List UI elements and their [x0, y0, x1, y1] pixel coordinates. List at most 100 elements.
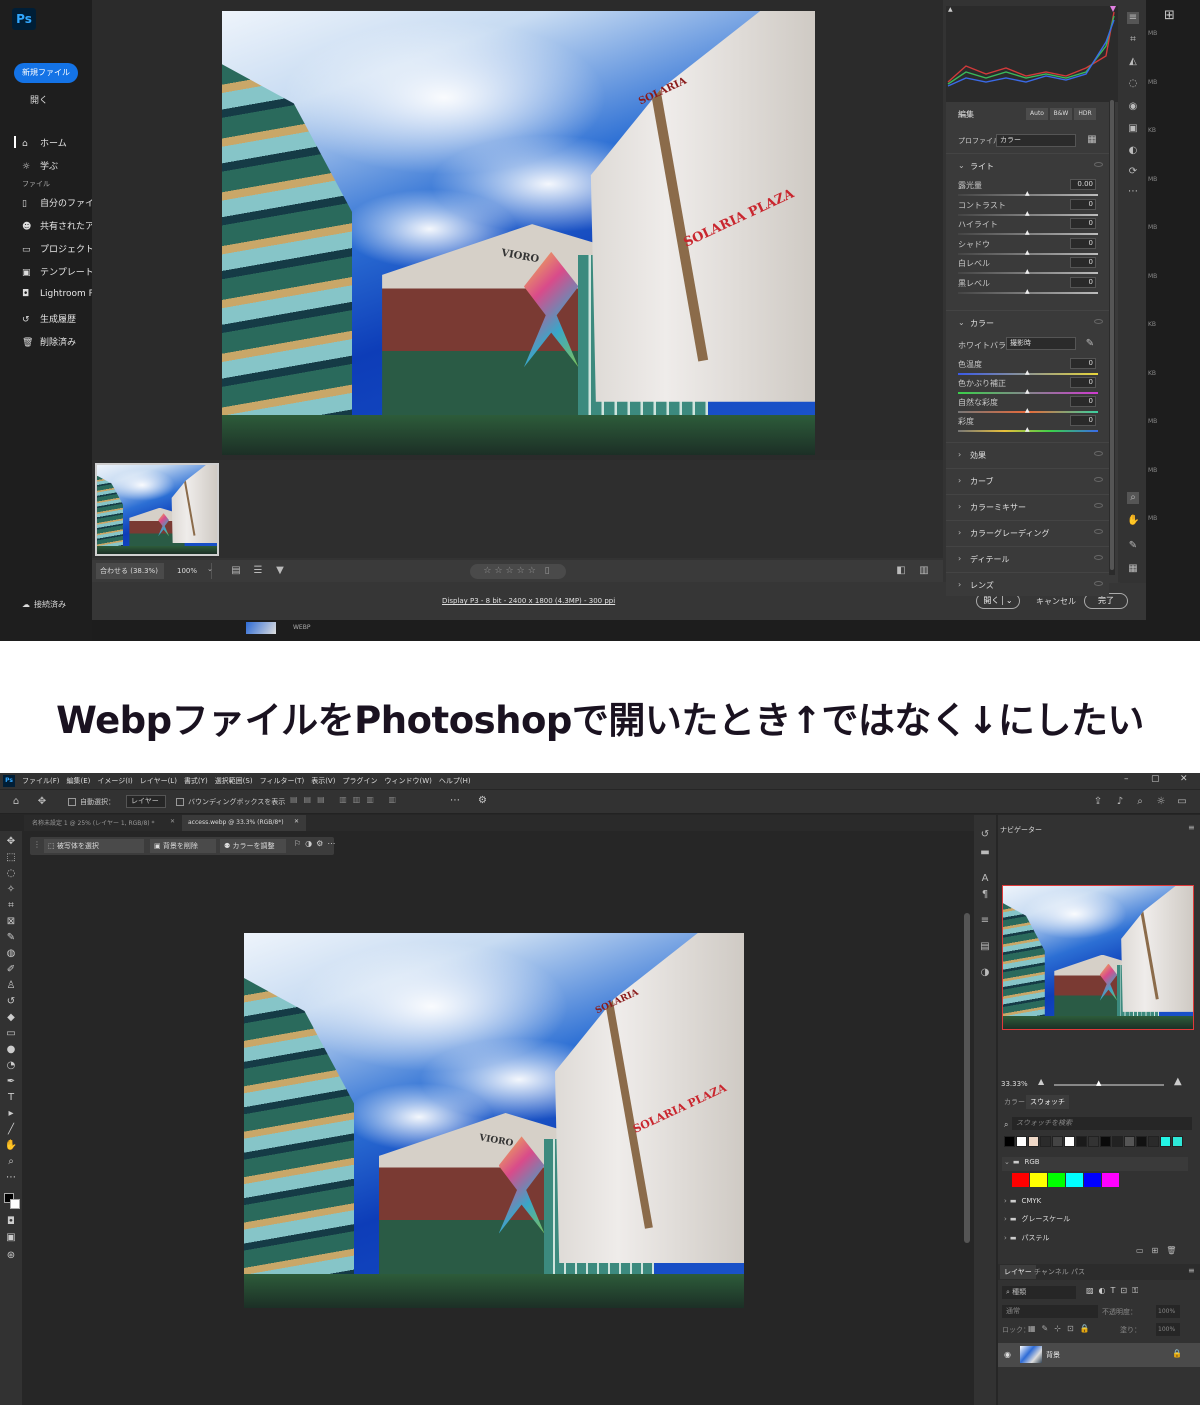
swatch-group[interactable]: › ▬ CMYK	[1002, 1196, 1188, 1210]
pen-tool[interactable]: ✒	[4, 1075, 18, 1089]
zoom-icon[interactable]: ⌕	[1127, 492, 1139, 504]
tab-access-close-icon[interactable]: ✕	[294, 818, 299, 825]
swatch[interactable]	[1172, 1136, 1183, 1147]
adjust-color-button[interactable]: ⚉ カラーを調整	[220, 839, 286, 853]
swatch[interactable]	[1076, 1136, 1087, 1147]
layer-visibility-eye-icon[interactable]: ◉	[1004, 1350, 1011, 1359]
swatch-footer-icons[interactable]: ▭⊞🗑	[1136, 1246, 1184, 1255]
light-row-value[interactable]: 0	[1070, 237, 1096, 249]
history-brush-tool[interactable]: ↺	[4, 995, 18, 1009]
nav-learn[interactable]: ☼ 学ぶ	[22, 159, 58, 172]
gift-icon[interactable]: ⊞	[1164, 8, 1180, 24]
swatch[interactable]	[1124, 1136, 1135, 1147]
bell-icon[interactable]: ♪	[1114, 796, 1126, 808]
character-icon[interactable]: A	[979, 873, 991, 885]
layer-dropdown[interactable]: レイヤー	[126, 795, 166, 808]
section-light[interactable]: ⌄ ライト	[946, 153, 1109, 177]
canvas-vscroll[interactable]	[963, 833, 971, 1405]
menu-item[interactable]: レイヤー(L)	[140, 776, 177, 786]
redeye-icon[interactable]: ◉	[1127, 101, 1139, 113]
navigator-preview[interactable]	[1002, 885, 1194, 1030]
nav-zoom-slider[interactable]	[1054, 1084, 1164, 1086]
paragraph-icon[interactable]: ¶	[979, 889, 991, 901]
nav-my-files[interactable]: ▯ 自分のファイル	[22, 196, 103, 209]
auto-button[interactable]: Auto	[1026, 108, 1048, 120]
nav-shared[interactable]: ☻ 共有されたアイ	[22, 219, 103, 232]
new-file-button[interactable]: 新規ファイル	[14, 63, 78, 83]
light-row-value[interactable]: 0	[1070, 198, 1096, 210]
swatch[interactable]	[1084, 1173, 1101, 1187]
open-dropdown-icon[interactable]: ⌄	[1001, 596, 1013, 605]
nav-gen-history[interactable]: ↺ 生成履歴	[22, 312, 76, 325]
heal-icon[interactable]: ◭	[1127, 56, 1139, 68]
tab-untitled[interactable]: 名称未設定 1 @ 25% (レイヤー 1, RGB/8) *	[28, 817, 178, 831]
slider-handle[interactable]: ▲	[1025, 190, 1030, 197]
swatch[interactable]	[1136, 1136, 1147, 1147]
swatch-group[interactable]: ⌄ ▬ RGB	[1002, 1157, 1188, 1171]
rating-stars[interactable]: ☆☆☆☆☆ ▯	[470, 564, 566, 579]
light-row-value[interactable]: 0.00	[1070, 179, 1096, 190]
tab-access-webp[interactable]: access.webp @ 33.3% (RGB/8*)	[182, 815, 306, 831]
swatch[interactable]	[1112, 1136, 1123, 1147]
nav-lightroom[interactable]: ◘Lightroom Ph	[22, 289, 92, 299]
rgb-swatches[interactable]	[1012, 1173, 1120, 1187]
slider-handle[interactable]: ▲	[1025, 249, 1030, 256]
line-tool[interactable]: ╱	[4, 1123, 18, 1137]
blend-mode-select[interactable]: 通常	[1002, 1305, 1098, 1318]
more-options-icon[interactable]: ⋯	[450, 795, 460, 806]
gradient-tool[interactable]: ▭	[4, 1027, 18, 1041]
healing-tool[interactable]: ◍	[4, 947, 18, 961]
collapsed-section[interactable]: › カラーグレーディング	[946, 520, 1109, 544]
presets-icon[interactable]: ◐	[1127, 145, 1139, 157]
light-row-value[interactable]: 0	[1070, 257, 1096, 268]
taskbar-grip-icon[interactable]: ⋮	[33, 840, 41, 849]
layer-kind-filter[interactable]: ⌕ 種類	[1002, 1286, 1076, 1299]
crop-tool[interactable]: ⌗	[4, 899, 18, 913]
select-subject-button[interactable]: ⬚ 被写体を選択	[44, 839, 144, 853]
nav-zoom-value[interactable]: 33.33%	[1001, 1080, 1028, 1088]
menu-item[interactable]: 編集(E)	[67, 776, 91, 786]
screen-mode-icon[interactable]: ▣	[4, 1231, 18, 1245]
brush-tool[interactable]: ✐	[4, 963, 18, 977]
slider-handle[interactable]: ▲	[1025, 288, 1030, 295]
slider-handle[interactable]: ▲	[1025, 426, 1030, 433]
dodge-tool[interactable]: ◔	[4, 1059, 18, 1073]
hand-tool[interactable]: ✋	[4, 1139, 18, 1153]
nav-templates[interactable]: ▣ テンプレート	[22, 265, 94, 278]
history-panel-icon[interactable]: ↺	[979, 829, 991, 841]
collapsed-section[interactable]: › ディテール	[946, 546, 1109, 570]
nav-zoom-in-icon[interactable]: ▲	[1174, 1076, 1182, 1087]
light-row-value[interactable]: 0	[1070, 218, 1096, 229]
eye-icon[interactable]	[1094, 162, 1103, 167]
menu-item[interactable]: イメージ(I)	[97, 776, 132, 786]
more-tools-icon[interactable]: ⋯	[4, 1171, 18, 1185]
lasso-tool[interactable]: ◌	[4, 867, 18, 881]
search-icon[interactable]: ⌕	[1134, 796, 1146, 808]
nav-projects[interactable]: ▭ プロジェクト	[22, 242, 94, 255]
slider-handle[interactable]: ▲	[1025, 268, 1030, 275]
panel-menu-icon[interactable]: ≡	[1188, 823, 1195, 832]
tab-untitled-close-icon[interactable]: ✕	[170, 818, 175, 825]
bw-button[interactable]: B&W	[1050, 108, 1072, 120]
nav-home[interactable]: ⌂ ホーム	[22, 136, 67, 149]
eye-icon[interactable]	[1094, 319, 1103, 324]
libraries-icon[interactable]: ◑	[979, 967, 991, 979]
slider-handle[interactable]: ▲	[1025, 407, 1030, 414]
wb-select[interactable]: 撮影時	[1006, 337, 1076, 350]
properties-icon[interactable]: ▤	[979, 941, 991, 953]
eye-icon[interactable]	[1094, 581, 1103, 586]
section-color[interactable]: ⌄ カラー	[946, 310, 1109, 334]
edit-tool-icon[interactable]: ≡	[1127, 12, 1139, 24]
color-chips[interactable]	[4, 1193, 20, 1209]
cancel-button[interactable]: キャンセル	[1036, 596, 1076, 607]
eraser-tool[interactable]: ◆	[4, 1011, 18, 1025]
minimize-icon[interactable]: –	[1124, 774, 1129, 784]
fill-field[interactable]: 100%	[1156, 1323, 1180, 1336]
sort-icon[interactable]: ☰	[252, 565, 264, 577]
profile-browser-icon[interactable]: ▦	[1086, 134, 1098, 146]
compare-icon[interactable]: ▤	[230, 565, 242, 577]
menu-item[interactable]: 書式(Y)	[184, 776, 208, 786]
layer-filter-icons[interactable]: ▨◐T⊡⚿	[1086, 1286, 1143, 1296]
swatch[interactable]	[1160, 1136, 1171, 1147]
marquee-tool[interactable]: ⬚	[4, 851, 18, 865]
